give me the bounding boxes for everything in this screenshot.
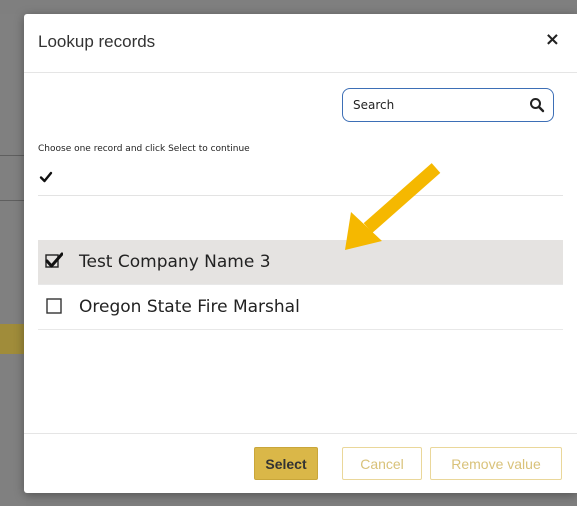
close-button[interactable]: ×: [545, 31, 560, 49]
record-row-oregon-state-fire-marshal[interactable]: Oregon State Fire Marshal: [38, 285, 563, 330]
records-list: Test Company Name 3 Oregon State Fire Ma…: [38, 240, 563, 330]
instructions-text: Choose one record and click Select to co…: [38, 144, 250, 154]
cancel-button[interactable]: Cancel: [342, 447, 422, 480]
record-label: Test Company Name 3: [79, 252, 271, 272]
record-row-test-company-name-3[interactable]: Test Company Name 3: [38, 240, 563, 285]
search-icon[interactable]: [529, 97, 545, 113]
background-divider: [0, 200, 26, 201]
checked-checkbox-icon[interactable]: [45, 252, 63, 270]
lookup-records-dialog: Lookup records × Choose one record and c…: [24, 14, 577, 493]
background-panel: [0, 0, 26, 506]
record-label: Oregon State Fire Marshal: [79, 297, 300, 317]
search-box[interactable]: [342, 88, 554, 122]
list-header-divider: [38, 195, 563, 196]
dialog-title: Lookup records: [38, 32, 156, 51]
background-top: [0, 0, 577, 14]
dialog-header: Lookup records ×: [24, 14, 577, 73]
remove-value-button[interactable]: Remove value: [430, 447, 562, 480]
checkbox-icon[interactable]: [46, 298, 62, 314]
footer-divider: [24, 433, 577, 434]
background-button: [0, 324, 26, 354]
select-button[interactable]: Select: [254, 447, 318, 480]
search-input[interactable]: [353, 96, 523, 114]
background-divider: [0, 155, 26, 156]
select-all-checkmark-icon[interactable]: [39, 170, 53, 184]
